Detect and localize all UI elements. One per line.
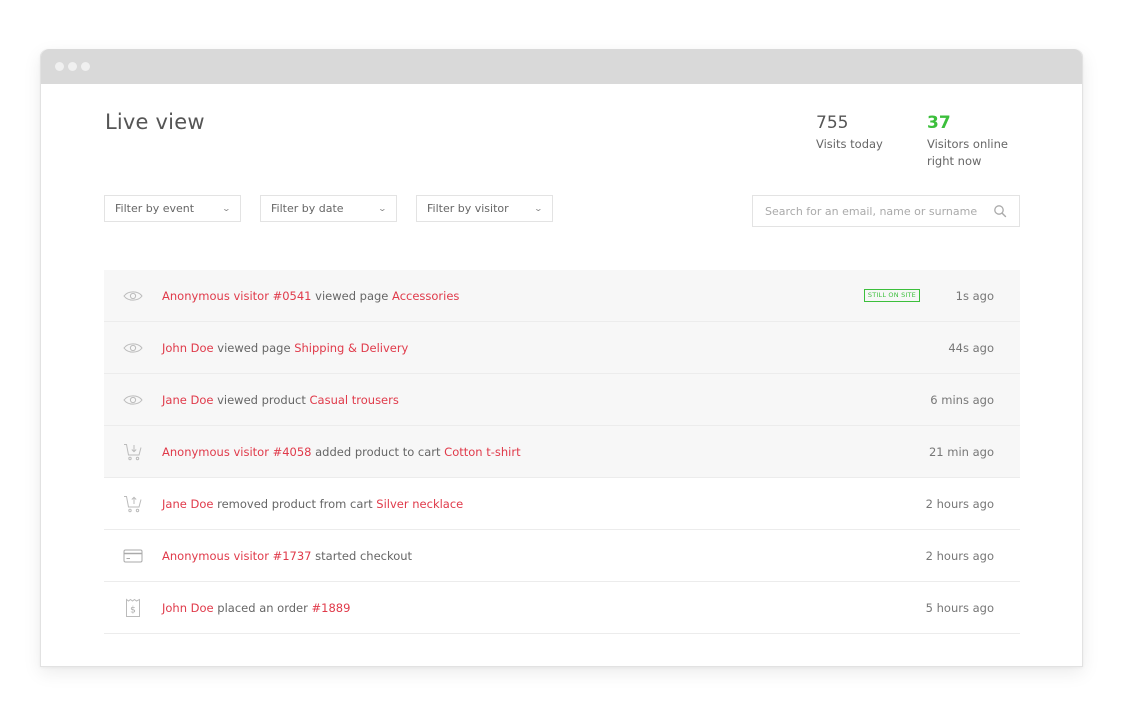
visitor-link[interactable]: Jane Doe [162, 393, 213, 407]
target-link[interactable]: Shipping & Delivery [294, 341, 408, 355]
visitors-online-label: Visitors online right now [927, 136, 1008, 170]
timestamp: 1s ago [955, 288, 994, 303]
target-link[interactable]: Silver necklace [376, 497, 463, 511]
filter-by-event-select[interactable]: Filter by event ⌄ [104, 195, 241, 222]
search-input[interactable] [765, 204, 993, 218]
timestamp: 44s ago [948, 340, 994, 355]
chevron-down-icon: ⌄ [221, 204, 232, 213]
page-title: Live view [105, 110, 205, 134]
eye-icon [123, 290, 143, 301]
action-text: removed product from cart [213, 496, 377, 511]
feed-row[interactable]: Anonymous visitor #0541 viewed page Acce… [104, 270, 1020, 322]
timestamp: 2 hours ago [925, 548, 994, 563]
visitors-online-stat: 37 Visitors online right now [927, 113, 1008, 170]
timestamp: 21 min ago [928, 444, 994, 459]
filter-by-visitor-label: Filter by visitor [427, 202, 509, 215]
timestamp: 2 hours ago [925, 496, 994, 511]
visitor-link[interactable]: John Doe [162, 601, 214, 615]
action-text: viewed page [311, 288, 393, 303]
feed-row-text: Jane Doe removed product from cart Silve… [162, 497, 463, 511]
filter-by-date-label: Filter by date [271, 202, 344, 215]
visits-today-label: Visits today [816, 137, 883, 151]
order-link[interactable]: #1889 [312, 601, 351, 615]
eye-icon [123, 342, 143, 353]
visitor-link[interactable]: Anonymous visitor #0541 [162, 289, 311, 303]
visitor-link[interactable]: John Doe [162, 341, 214, 355]
feed-row-text: John Doe placed an order #1889 [162, 601, 350, 615]
filter-by-date-select[interactable]: Filter by date ⌄ [260, 195, 397, 222]
timestamp: 5 hours ago [925, 600, 994, 615]
feed-row[interactable]: Anonymous visitor #4058 added product to… [104, 426, 1020, 478]
feed-row[interactable]: John Doe viewed page Shipping & Delivery… [104, 322, 1020, 374]
window-maximize-dot[interactable] [81, 62, 90, 71]
search-icon[interactable] [993, 204, 1007, 218]
svg-text:$: $ [130, 605, 136, 615]
target-link[interactable]: Accessories [392, 289, 459, 303]
window-minimize-dot[interactable] [68, 62, 77, 71]
visitors-online-label-line1: Visitors online [927, 137, 1008, 151]
chevron-down-icon: ⌄ [377, 204, 388, 213]
chevron-down-icon: ⌄ [533, 204, 544, 213]
filter-by-event-label: Filter by event [115, 202, 195, 215]
feed-row[interactable]: $ John Doe placed an order #1889 5 hours… [104, 582, 1020, 634]
feed-row-text: Anonymous visitor #1737 started checkout [162, 549, 412, 563]
target-link[interactable]: Casual trousers [310, 393, 399, 407]
feed-row-text: Jane Doe viewed product Casual trousers [162, 393, 399, 407]
filter-by-visitor-select[interactable]: Filter by visitor ⌄ [416, 195, 553, 222]
credit-card-icon [123, 549, 143, 562]
feed-row-text: John Doe viewed page Shipping & Delivery [162, 341, 408, 355]
visitor-link[interactable]: Anonymous visitor #4058 [162, 445, 311, 459]
action-text: viewed page [213, 340, 295, 355]
visitor-link[interactable]: Jane Doe [162, 497, 213, 511]
action-text: started checkout [311, 548, 413, 563]
feed-row[interactable]: Jane Doe viewed product Casual trousers … [104, 374, 1020, 426]
cart-remove-icon [124, 495, 142, 512]
feed-row[interactable]: Jane Doe removed product from cart Silve… [104, 478, 1020, 530]
action-text: added product to cart [311, 444, 445, 459]
browser-window: Live view 755 Visits today 37 Visitors o… [40, 49, 1083, 667]
visits-today-stat: 755 Visits today [816, 113, 883, 153]
filter-bar: Filter by event ⌄ Filter by date ⌄ Filte… [104, 195, 553, 222]
timestamp: 6 mins ago [930, 392, 994, 407]
feed-row-text: Anonymous visitor #4058 added product to… [162, 445, 521, 459]
action-text: viewed product [213, 392, 310, 407]
window-titlebar [41, 49, 1082, 84]
visitors-online-value: 37 [927, 113, 951, 133]
eye-icon [123, 394, 143, 405]
receipt-icon: $ [126, 598, 140, 617]
feed-row[interactable]: Anonymous visitor #1737 started checkout… [104, 530, 1020, 582]
action-text: placed an order [213, 600, 312, 615]
activity-feed: Anonymous visitor #0541 viewed page Acce… [104, 270, 1020, 634]
still-on-site-badge: STILL ON SITE [863, 289, 920, 302]
visits-today-value: 755 [816, 113, 849, 133]
feed-row-text: Anonymous visitor #0541 viewed page Acce… [162, 289, 459, 303]
visitor-link[interactable]: Anonymous visitor #1737 [162, 549, 311, 563]
target-link[interactable]: Cotton t-shirt [444, 445, 520, 459]
visitors-online-label-line2: right now [927, 154, 982, 168]
cart-add-icon [124, 443, 142, 460]
window-close-dot[interactable] [55, 62, 64, 71]
search-box [752, 195, 1020, 227]
